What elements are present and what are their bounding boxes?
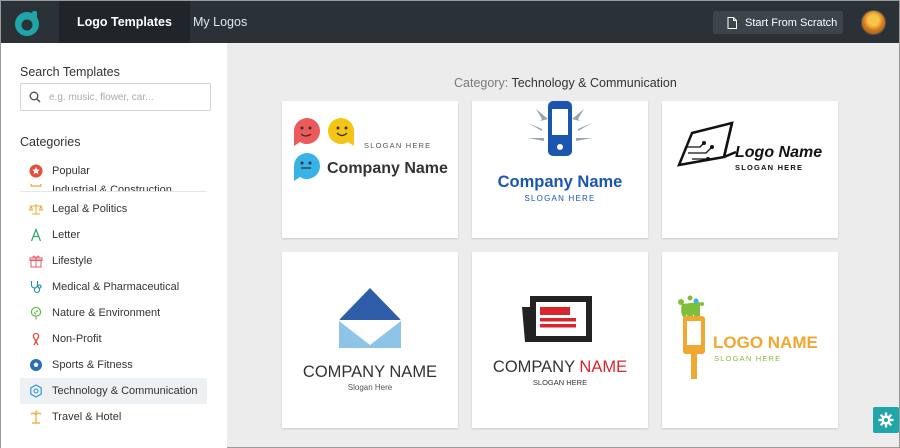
category-sports-fitness[interactable]: Sports & Fitness [20, 352, 207, 378]
category-label: Industrial & Construction [52, 184, 172, 192]
top-navigation-bar: Logo Templates My Logos Start From Scrat… [1, 1, 899, 43]
category-label: Letter [52, 229, 81, 241]
logo-company-name: LOGO NAME [713, 333, 818, 352]
tab-logo-templates[interactable]: Logo Templates [59, 1, 190, 43]
logo-company-name: COMPANY NAME [493, 358, 627, 376]
logo-slogan: SLOGAN HERE [735, 163, 803, 172]
user-avatar[interactable] [861, 10, 886, 35]
category-list: Popular Industrial & Construction Legal … [20, 158, 207, 430]
star-badge-icon [29, 164, 43, 178]
category-medical-pharmaceutical[interactable]: Medical & Pharmaceutical [20, 274, 207, 300]
logo-slogan: SLOGAN HERE [525, 194, 596, 203]
tab-my-logos[interactable]: My Logos [175, 1, 265, 43]
document-icon [727, 16, 737, 29]
category-label: Sports & Fitness [52, 359, 133, 371]
logo-company-name: Logo Name [735, 144, 822, 161]
category-industrial-construction[interactable]: Industrial & Construction [20, 184, 207, 192]
category-label: Technology & Communication [52, 385, 198, 397]
logo-slogan: SLOGAN HERE [364, 141, 431, 150]
category-caption-value: Technology & Communication [511, 76, 677, 90]
category-lifestyle[interactable]: Lifestyle [20, 248, 207, 274]
logo-name-part-1: COMPANY [493, 358, 575, 376]
start-from-scratch-button[interactable]: Start From Scratch [713, 11, 843, 34]
letter-a-icon [29, 228, 43, 242]
category-caption-prefix: Category: [454, 76, 512, 90]
sidebar: Search Templates Categories Popular Indu… [1, 43, 227, 448]
category-label: Lifestyle [52, 255, 93, 267]
logo-company-name: Company Name [327, 160, 448, 177]
category-technology-communication[interactable]: Technology & Communication [20, 378, 207, 404]
category-legal-politics[interactable]: Legal & Politics [20, 196, 207, 222]
categories-heading: Categories [20, 135, 81, 149]
category-label: Popular [52, 165, 90, 177]
category-popular[interactable]: Popular [20, 158, 207, 184]
category-label: Legal & Politics [52, 203, 128, 215]
logo-name-part-2: NAME [575, 358, 627, 376]
category-nature-environment[interactable]: Nature & Environment [20, 300, 207, 326]
start-from-scratch-label: Start From Scratch [745, 16, 838, 29]
palm-tree-icon [29, 410, 43, 424]
search-templates-heading: Search Templates [20, 65, 120, 79]
category-letter[interactable]: Letter [20, 222, 207, 248]
logo-template-card[interactable]: LOGO NAME SLOGAN HERE [662, 252, 838, 428]
logo-preview-newspaper: COMPANY NAME SLOGAN HERE [493, 296, 627, 387]
logo-preview-mobile-phone: Company Name SLOGAN HERE [498, 101, 623, 203]
logo-preview-chat-bubbles: SLOGAN HERE Company Name [294, 118, 448, 181]
logo-slogan: SLOGAN HERE [533, 378, 587, 387]
scales-icon [29, 202, 43, 216]
category-travel-hotel[interactable]: Travel & Hotel [20, 404, 207, 430]
logo-template-card[interactable]: SLOGAN HERE Company Name [282, 101, 458, 238]
category-label: Medical & Pharmaceutical [52, 281, 180, 293]
gear-icon [878, 412, 894, 428]
chip-icon [29, 384, 43, 398]
tree-icon [29, 306, 43, 320]
category-label: Non-Profit [52, 333, 102, 345]
soccer-ball-icon [29, 358, 43, 372]
logo-preview-phone-splash: LOGO NAME SLOGAN HERE [678, 295, 818, 379]
logo-preview-laptop-circuit: Logo Name SLOGAN HERE [676, 121, 822, 172]
logo-template-card[interactable]: COMPANY NAME Slogan Here [282, 252, 458, 428]
gift-icon [29, 254, 43, 268]
logo-template-card[interactable]: Company Name SLOGAN HERE [472, 101, 648, 238]
search-icon [29, 91, 41, 103]
logo-slogan: SLOGAN HERE [714, 354, 781, 363]
hardhat-icon [29, 184, 43, 191]
category-label: Nature & Environment [52, 307, 161, 319]
category-caption: Category: Technology & Communication [454, 76, 677, 90]
ribbon-icon [29, 332, 43, 346]
app-logo-icon[interactable] [11, 7, 43, 39]
logo-company-name: COMPANY NAME [303, 363, 437, 381]
stethoscope-icon [29, 280, 43, 294]
search-input[interactable] [49, 91, 209, 103]
logo-template-card[interactable]: COMPANY NAME SLOGAN HERE [472, 252, 648, 428]
logo-company-name: Company Name [498, 173, 623, 191]
search-field[interactable] [20, 83, 211, 111]
category-non-profit[interactable]: Non-Profit [20, 326, 207, 352]
logo-slogan: Slogan Here [348, 383, 393, 392]
category-label: Travel & Hotel [52, 411, 122, 423]
logo-template-card[interactable]: Logo Name SLOGAN HERE [662, 101, 838, 238]
logo-preview-envelope: COMPANY NAME Slogan Here [303, 288, 437, 392]
settings-button[interactable] [873, 407, 899, 433]
